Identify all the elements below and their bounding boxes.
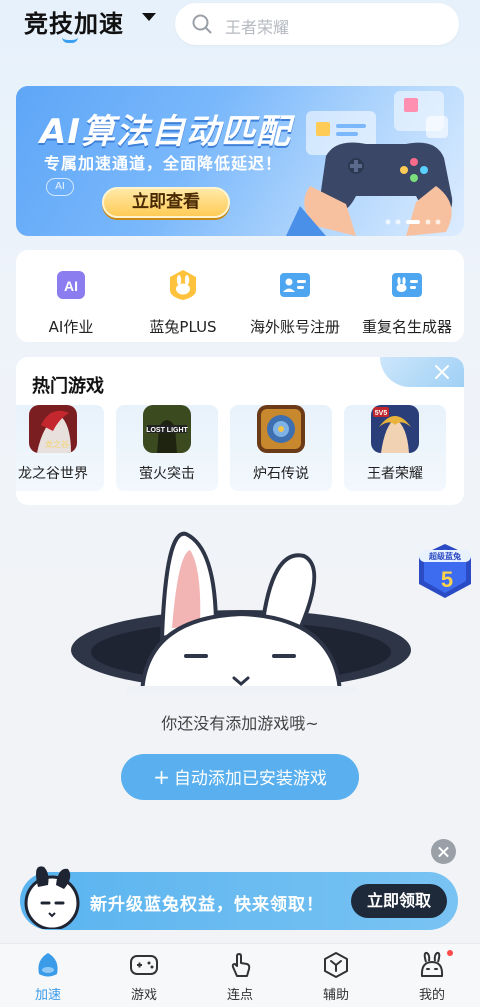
hot-games-panel: 热门游戏 龙之谷 龙之谷世界 LOST LIGHT 萤火突击 炉石传说 5V5 … xyxy=(16,357,464,505)
quick-action-ai-homework[interactable]: AI AI作业 xyxy=(16,250,126,342)
nav-tab-games[interactable]: 游戏 xyxy=(96,944,192,1007)
search-input[interactable]: 王者荣耀 xyxy=(175,3,459,45)
game-name: 炉石传说 xyxy=(253,466,309,482)
gamepad-illustration xyxy=(286,91,453,236)
quick-action-label: 海外账号注册 xyxy=(249,318,340,336)
empty-state-message: 你还没有添加游戏哦~ xyxy=(161,714,319,733)
search-placeholder: 王者荣耀 xyxy=(225,18,290,37)
nav-tab-mine[interactable]: 我的 xyxy=(384,944,480,1007)
quick-action-label: 蓝兔PLUS xyxy=(149,318,217,336)
svg-text:AI: AI xyxy=(64,278,78,294)
plus-icon: + xyxy=(153,765,170,789)
header: 竞技加速 王者荣耀 xyxy=(0,0,480,60)
hot-games-corner xyxy=(380,357,464,387)
hot-games-title: 热门游戏 xyxy=(32,376,104,397)
banner-view-button[interactable]: 立即查看 xyxy=(102,187,230,218)
game-name: 王者荣耀 xyxy=(367,466,423,482)
game-name: 龙之谷世界 xyxy=(18,466,88,482)
rabbit-avatar-icon xyxy=(24,866,80,929)
game-name: 萤火突击 xyxy=(139,466,195,482)
rabbit-shield-icon xyxy=(170,270,196,300)
bottom-nav: 加速 游戏 连点 辅助 我的 xyxy=(0,943,480,1007)
quick-actions-panel: AI AI作业 蓝兔PLUS 海外账号注册 重复名生成器 xyxy=(16,250,464,342)
game-card-dragon-nest[interactable]: 龙之谷 龙之谷世界 xyxy=(16,405,104,491)
ai-icon: AI xyxy=(57,271,85,299)
promo-close-button[interactable] xyxy=(431,839,456,864)
lost-light-icon: LOST LIGHT xyxy=(143,405,191,453)
nav-label: 游戏 xyxy=(130,988,157,1003)
banner-pagination xyxy=(385,219,441,225)
svg-text:龙之谷: 龙之谷 xyxy=(45,439,69,449)
nav-label: 连点 xyxy=(226,988,253,1003)
honor-of-kings-icon: 5V5 xyxy=(371,405,419,453)
rabbit-card-icon xyxy=(392,273,422,297)
game-card-honor-of-kings[interactable]: 5V5 王者荣耀 xyxy=(344,405,446,491)
claim-now-button[interactable]: 立即领取 xyxy=(351,884,447,918)
notification-dot xyxy=(447,950,453,956)
super-rabbit-badge[interactable]: 超级蓝兔 5 xyxy=(413,540,477,600)
chevron-down-icon[interactable] xyxy=(142,13,156,21)
search-icon xyxy=(192,14,212,34)
quick-action-label: AI作业 xyxy=(48,318,94,336)
rabbit-face-icon xyxy=(420,951,444,977)
quick-action-overseas-account[interactable]: 海外账号注册 xyxy=(240,250,350,342)
svg-text:LOST LIGHT: LOST LIGHT xyxy=(146,427,188,434)
nav-tab-speed[interactable]: 加速 xyxy=(0,944,96,1007)
promo-banner[interactable]: AI算法自动匹配 专属加速通道，全面降低延迟！ AI 立即查看 xyxy=(16,86,464,236)
title-underline xyxy=(62,37,78,43)
promo-text: 新升级蓝兔权益，快来领取！ xyxy=(90,895,324,915)
dragon-nest-icon: 龙之谷 xyxy=(29,405,77,453)
app-title[interactable]: 竞技加速 xyxy=(24,4,124,39)
speed-icon xyxy=(38,953,58,977)
banner-subtitle: 专属加速通道，全面降低延迟！ xyxy=(44,154,283,173)
nav-label: 辅助 xyxy=(322,988,349,1003)
tap-icon xyxy=(231,953,251,977)
nav-label: 加速 xyxy=(34,988,61,1003)
svg-text:5V5: 5V5 xyxy=(375,410,388,417)
banner-ai-badge: AI xyxy=(46,178,74,196)
quick-action-label: 重复名生成器 xyxy=(361,318,452,336)
badge-number: 5 xyxy=(441,567,453,592)
banner-headline: AI算法自动匹配 xyxy=(40,112,291,152)
hearthstone-icon xyxy=(257,405,305,453)
cube-icon xyxy=(324,952,348,978)
nav-tab-tap[interactable]: 连点 xyxy=(192,944,288,1007)
game-card-lost-light[interactable]: LOST LIGHT 萤火突击 xyxy=(116,405,218,491)
gamepad-icon xyxy=(130,955,158,975)
auto-add-games-button[interactable]: + 自动添加已安装游戏 xyxy=(121,754,359,800)
nav-label: 我的 xyxy=(418,988,445,1003)
close-icon[interactable] xyxy=(434,364,450,380)
quick-action-rabbit-plus[interactable]: 蓝兔PLUS xyxy=(128,250,238,342)
game-card-hearthstone[interactable]: 炉石传说 xyxy=(230,405,332,491)
badge-text: 超级蓝兔 xyxy=(428,551,461,561)
nav-tab-assist[interactable]: 辅助 xyxy=(288,944,384,1007)
auto-add-games-label: 自动添加已安装游戏 xyxy=(173,769,327,789)
id-card-icon xyxy=(280,273,310,297)
rabbit-hole-illustration xyxy=(71,531,411,693)
quick-action-name-generator[interactable]: 重复名生成器 xyxy=(352,250,462,342)
